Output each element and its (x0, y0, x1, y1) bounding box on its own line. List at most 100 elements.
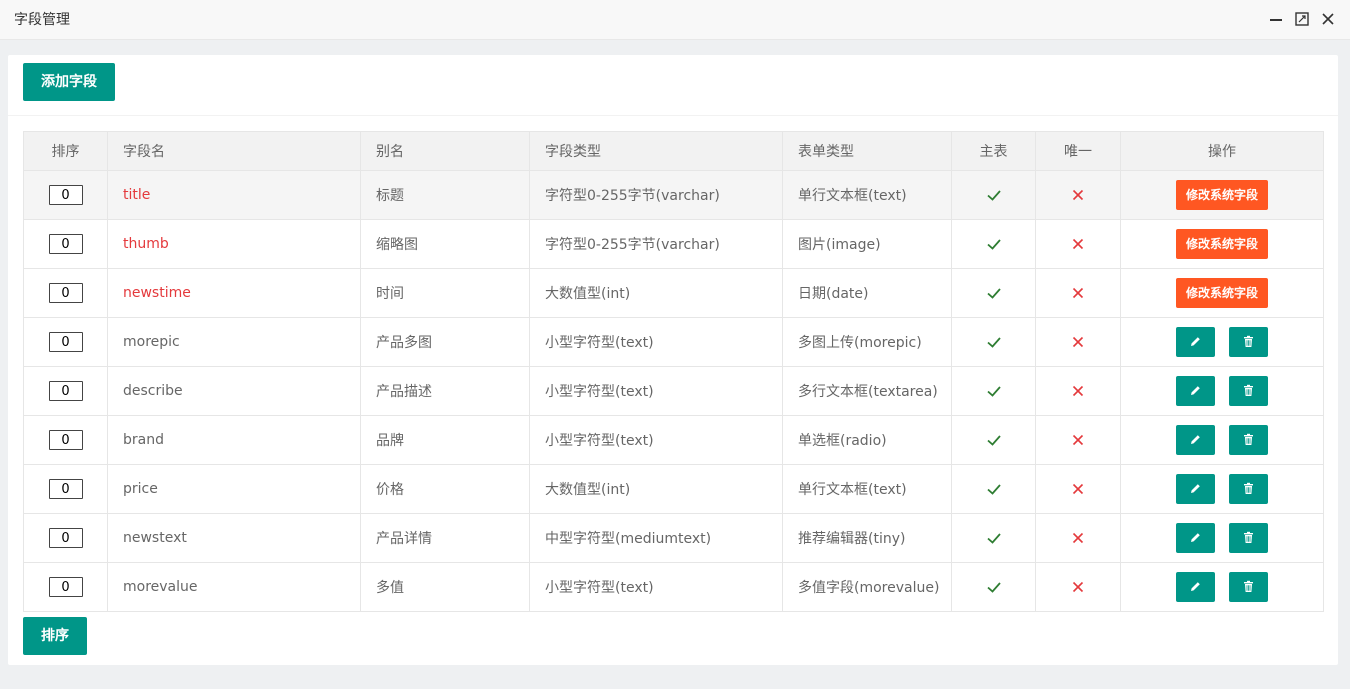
cross-icon (1070, 236, 1086, 252)
actions-cell (1120, 415, 1324, 465)
alias-cell: 价格 (360, 464, 530, 514)
field-type-cell: 小型字符型(text) (529, 317, 783, 367)
form-type-cell: 单行文本框(text) (782, 464, 952, 514)
field-name-cell: describe (107, 366, 361, 416)
field-name-cell: thumb (107, 219, 361, 269)
table-row: morevalue 多值小型字符型(text)多值字段(morevalue) (23, 562, 1324, 612)
actions-cell (1120, 513, 1324, 563)
order-input[interactable] (48, 479, 83, 499)
main-table-cell (951, 562, 1036, 612)
field-name: newstext (123, 530, 187, 546)
order-input[interactable] (48, 332, 83, 352)
order-input[interactable] (48, 528, 83, 548)
field-name: describe (123, 383, 183, 399)
field-type-cell: 小型字符型(text) (529, 562, 783, 612)
order-cell (23, 464, 108, 514)
table-row: newstext 产品详情中型字符型(mediumtext)推荐编辑器(tiny) (23, 513, 1324, 563)
order-input[interactable] (48, 430, 83, 450)
header-order: 排序 (23, 131, 108, 171)
form-type-cell: 单行文本框(text) (782, 170, 952, 220)
field-type-cell: 小型字符型(text) (529, 415, 783, 465)
actions-cell (1120, 317, 1324, 367)
cross-icon (1070, 383, 1086, 399)
field-name: price (123, 481, 158, 497)
check-icon (986, 481, 1002, 497)
order-input[interactable] (48, 577, 83, 597)
add-field-button[interactable]: 添加字段 (23, 63, 115, 101)
cross-icon (1070, 481, 1086, 497)
delete-button[interactable] (1229, 376, 1268, 406)
header-actions: 操作 (1120, 131, 1324, 171)
order-cell (23, 562, 108, 612)
sort-button[interactable]: 排序 (23, 617, 87, 655)
edit-system-field-button[interactable]: 修改系统字段 (1175, 180, 1268, 210)
header-field-name: 字段名 (107, 131, 361, 171)
close-icon[interactable] (1320, 11, 1336, 27)
edit-system-field-button[interactable]: 修改系统字段 (1175, 278, 1268, 308)
check-icon (986, 236, 1002, 252)
cross-icon (1070, 285, 1086, 301)
field-name-cell: newstext (107, 513, 361, 563)
field-type-cell: 中型字符型(mediumtext) (529, 513, 783, 563)
unique-cell (1035, 219, 1121, 269)
delete-button[interactable] (1229, 425, 1268, 455)
unique-cell (1035, 464, 1121, 514)
actions-cell: 修改系统字段 (1120, 268, 1324, 318)
order-input[interactable] (48, 283, 83, 303)
window-title: 字段管理 (14, 12, 70, 28)
order-cell (23, 415, 108, 465)
header-main-table: 主表 (951, 131, 1036, 171)
order-cell (23, 513, 108, 563)
field-name-cell: newstime (107, 268, 361, 318)
unique-cell (1035, 317, 1121, 367)
unique-cell (1035, 268, 1121, 318)
content-panel: 添加字段 排序 字段名 别名 字段类型 表单类型 主表 唯一 操作 title 标… (8, 55, 1338, 665)
alias-cell: 时间 (360, 268, 530, 318)
field-name-cell: title (107, 170, 361, 220)
form-type-cell: 单选框(radio) (782, 415, 952, 465)
unique-cell (1035, 415, 1121, 465)
cross-icon (1070, 579, 1086, 595)
unique-cell (1035, 170, 1121, 220)
form-type-cell: 日期(date) (782, 268, 952, 318)
form-type-cell: 图片(image) (782, 219, 952, 269)
main-table-cell (951, 513, 1036, 563)
check-icon (986, 187, 1002, 203)
field-name-cell: brand (107, 415, 361, 465)
edit-button[interactable] (1176, 376, 1215, 406)
cross-icon (1070, 334, 1086, 350)
field-name: morepic (123, 334, 180, 350)
table-row: title 标题字符型0-255字节(varchar)单行文本框(text) 修改系… (23, 170, 1324, 220)
order-input[interactable] (48, 234, 83, 254)
form-type-cell: 多值字段(morevalue) (782, 562, 952, 612)
delete-button[interactable] (1229, 474, 1268, 504)
edit-system-field-button[interactable]: 修改系统字段 (1175, 229, 1268, 259)
alias-cell: 标题 (360, 170, 530, 220)
header-unique: 唯一 (1035, 131, 1121, 171)
field-name: thumb (123, 236, 169, 252)
cross-icon (1070, 530, 1086, 546)
delete-button[interactable] (1229, 523, 1268, 553)
order-input[interactable] (48, 185, 83, 205)
delete-button[interactable] (1229, 327, 1268, 357)
order-input[interactable] (48, 381, 83, 401)
unique-cell (1035, 513, 1121, 563)
edit-button[interactable] (1176, 572, 1215, 602)
check-icon (986, 579, 1002, 595)
edit-button[interactable] (1176, 425, 1215, 455)
maximize-icon[interactable] (1294, 11, 1310, 27)
delete-button[interactable] (1229, 572, 1268, 602)
main-table-cell (951, 317, 1036, 367)
field-type-cell: 字符型0-255字节(varchar) (529, 219, 783, 269)
minimize-icon[interactable] (1268, 11, 1284, 27)
cross-icon (1070, 187, 1086, 203)
edit-button[interactable] (1176, 474, 1215, 504)
edit-button[interactable] (1176, 523, 1215, 553)
edit-button[interactable] (1176, 327, 1215, 357)
header-field-type: 字段类型 (529, 131, 783, 171)
table-row: morepic 产品多图小型字符型(text)多图上传(morepic) (23, 317, 1324, 367)
field-type-cell: 字符型0-255字节(varchar) (529, 170, 783, 220)
alias-cell: 产品描述 (360, 366, 530, 416)
check-icon (986, 285, 1002, 301)
main-table-cell (951, 219, 1036, 269)
